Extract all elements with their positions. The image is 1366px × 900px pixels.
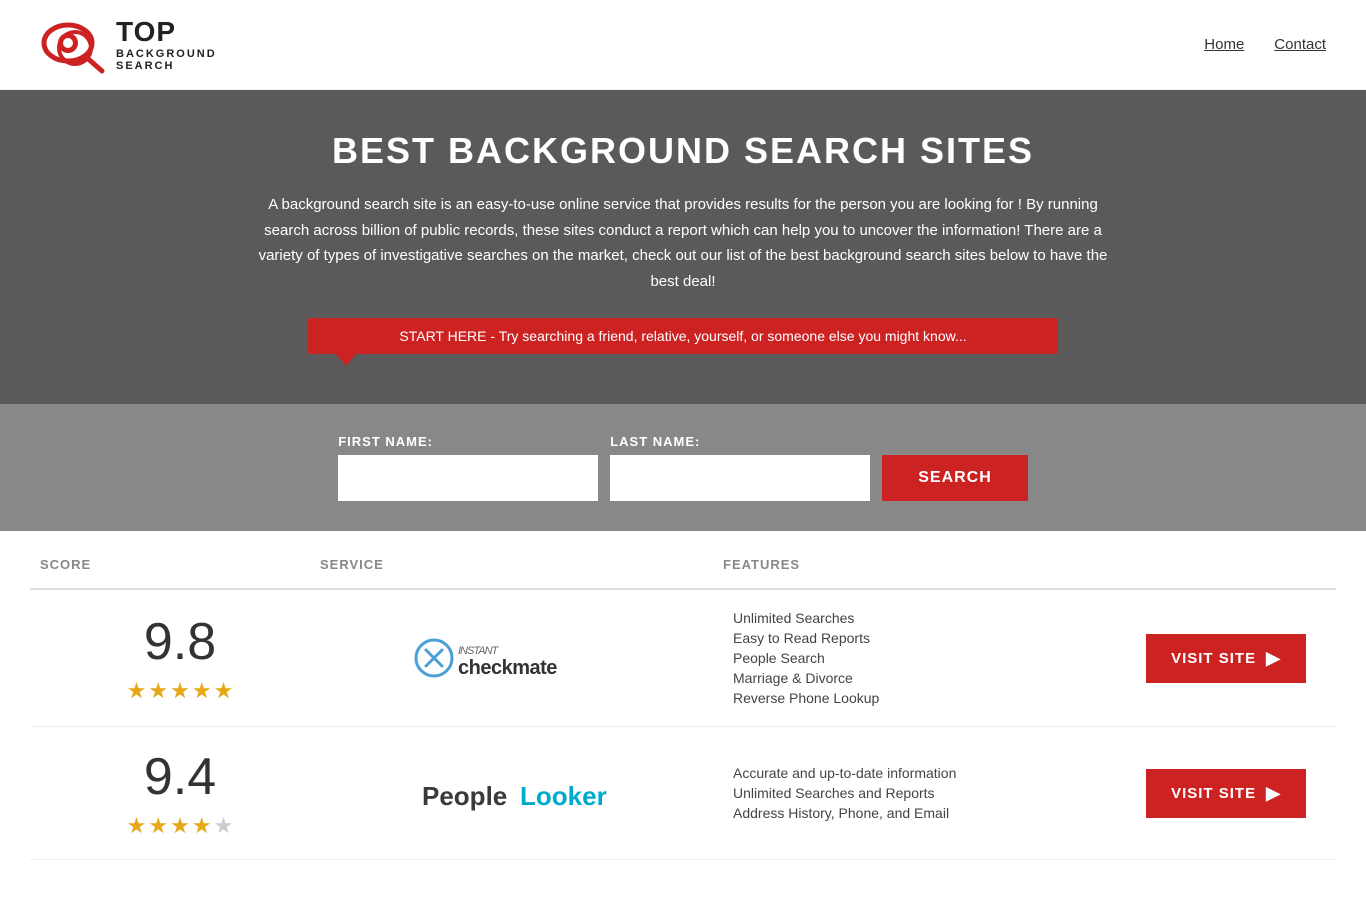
feature-2: Easy to Read Reports — [733, 630, 1126, 646]
svg-text:checkmate: checkmate — [458, 657, 557, 679]
hero-title: BEST BACKGROUND SEARCH SITES — [20, 130, 1346, 172]
search-section: FIRST NAME: LAST NAME: SEARCH — [0, 404, 1366, 531]
first-name-group: FIRST NAME: — [338, 434, 598, 501]
star-1: ★ — [127, 813, 147, 839]
table-header-row: SCORE SERVICE FEATURES — [30, 541, 1336, 590]
features-column: Unlimited Searches Easy to Read Reports … — [723, 610, 1126, 706]
search-button[interactable]: SEARCH — [882, 455, 1028, 501]
col-features-header: FEATURES — [723, 557, 1126, 572]
col-action-header — [1126, 557, 1326, 572]
feature-5: Reverse Phone Lookup — [733, 690, 1126, 706]
star-3: ★ — [170, 678, 190, 704]
last-name-input[interactable] — [610, 455, 870, 501]
score-value-2: 9.4 — [144, 747, 216, 807]
nav-home[interactable]: Home — [1204, 36, 1244, 53]
star-rating-2: ★ ★ ★ ★ ★ — [127, 813, 234, 839]
checkmate-logo: INSTANT checkmate — [412, 628, 632, 688]
arrow-icon: ▶ — [1266, 648, 1281, 669]
arrow-icon-2: ▶ — [1266, 783, 1281, 804]
feature-1: Unlimited Searches — [733, 610, 1126, 626]
nav-contact[interactable]: Contact — [1274, 36, 1326, 53]
results-table: SCORE SERVICE FEATURES 9.8 ★ ★ ★ ★ ★ — [0, 541, 1366, 900]
star-3: ★ — [170, 813, 190, 839]
site-header: TOP BACKGROUND SEARCH Home Contact — [0, 0, 1366, 90]
feature-2-3: Address History, Phone, and Email — [733, 805, 1126, 821]
visit-label-1: VISIT SITE — [1171, 650, 1256, 667]
visit-label-2: VISIT SITE — [1171, 785, 1256, 802]
peoplelooker-logo: People Looker — [412, 763, 632, 823]
svg-text:People: People — [422, 781, 507, 811]
svg-text:Looker: Looker — [520, 781, 607, 811]
callout-text: START HERE - Try searching a friend, rel… — [399, 328, 966, 344]
visit-site-button-1[interactable]: VISIT SITE ▶ — [1146, 634, 1306, 683]
service-column-2: People Looker — [320, 763, 723, 823]
callout-bar: START HERE - Try searching a friend, rel… — [308, 318, 1058, 354]
search-form: FIRST NAME: LAST NAME: SEARCH — [233, 434, 1133, 501]
last-name-label: LAST NAME: — [610, 434, 870, 449]
feature-4: Marriage & Divorce — [733, 670, 1126, 686]
hero-section: BEST BACKGROUND SEARCH SITES A backgroun… — [0, 90, 1366, 404]
star-1: ★ — [127, 678, 147, 704]
star-5: ★ — [214, 813, 234, 839]
main-nav: Home Contact — [1204, 36, 1326, 53]
last-name-group: LAST NAME: — [610, 434, 870, 501]
logo-icon — [40, 15, 110, 75]
star-5: ★ — [214, 678, 234, 704]
star-4: ★ — [192, 678, 212, 704]
service-column: INSTANT checkmate — [320, 628, 723, 688]
col-score-header: SCORE — [40, 557, 320, 572]
star-2: ★ — [148, 813, 168, 839]
logo-sub-line1: BACKGROUND — [116, 48, 217, 60]
logo-top-label: TOP — [116, 17, 217, 48]
visit-column-2: VISIT SITE ▶ — [1126, 769, 1326, 818]
logo-text: TOP BACKGROUND SEARCH — [116, 17, 217, 72]
first-name-input[interactable] — [338, 455, 598, 501]
table-row: 9.8 ★ ★ ★ ★ ★ INSTANT checkmate — [30, 590, 1336, 727]
table-row: 9.4 ★ ★ ★ ★ ★ People Looker Accurate and… — [30, 727, 1336, 860]
col-service-header: SERVICE — [320, 557, 723, 572]
logo-sub-line2: SEARCH — [116, 60, 217, 72]
visit-site-button-2[interactable]: VISIT SITE ▶ — [1146, 769, 1306, 818]
star-2: ★ — [148, 678, 168, 704]
logo: TOP BACKGROUND SEARCH — [40, 15, 217, 75]
feature-2-1: Accurate and up-to-date information — [733, 765, 1126, 781]
score-value: 9.8 — [144, 612, 216, 672]
feature-3: People Search — [733, 650, 1126, 666]
features-column-2: Accurate and up-to-date information Unli… — [723, 765, 1126, 821]
score-column: 9.8 ★ ★ ★ ★ ★ — [40, 612, 320, 704]
star-rating: ★ ★ ★ ★ ★ — [127, 678, 234, 704]
visit-column: VISIT SITE ▶ — [1126, 634, 1326, 683]
hero-description: A background search site is an easy-to-u… — [253, 192, 1113, 294]
svg-text:INSTANT: INSTANT — [458, 645, 500, 657]
feature-2-2: Unlimited Searches and Reports — [733, 785, 1126, 801]
score-column-2: 9.4 ★ ★ ★ ★ ★ — [40, 747, 320, 839]
star-4: ★ — [192, 813, 212, 839]
first-name-label: FIRST NAME: — [338, 434, 598, 449]
